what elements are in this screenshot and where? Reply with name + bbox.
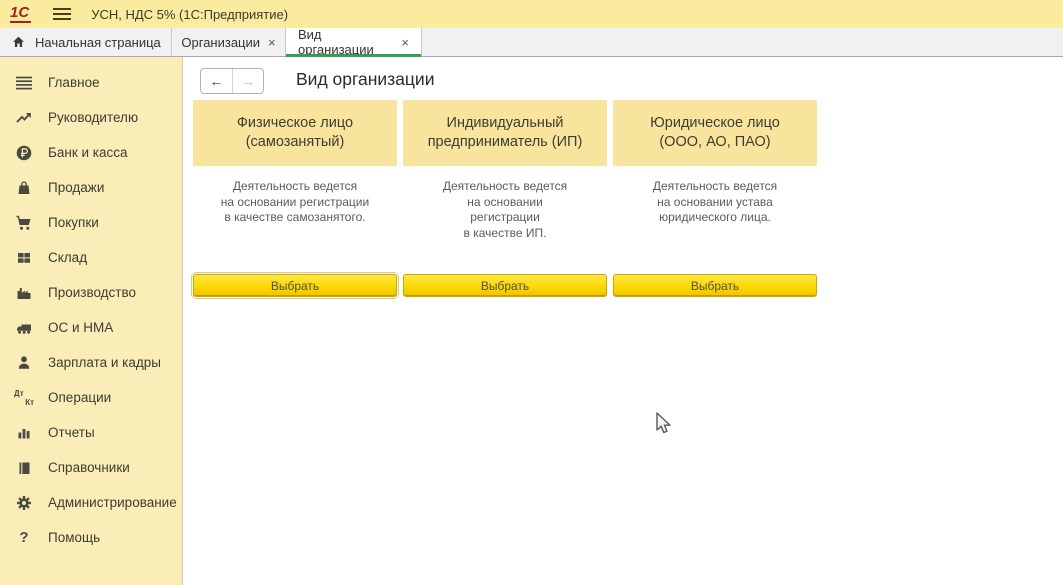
sidebar-item-label: Отчеты [48, 425, 95, 440]
option-description-entrepreneur: Деятельность ведется на основании регист… [403, 179, 607, 241]
menu-lines-icon [13, 74, 35, 92]
sidebar-item-label: Руководителю [48, 110, 138, 125]
option-column-individual-selfemployed: Физическое лицо (самозанятый) Деятельнос… [193, 100, 397, 297]
sidebar-item-sales[interactable]: Продажи [0, 170, 182, 205]
sidebar-item-purchases[interactable]: Покупки [0, 205, 182, 240]
dtkt-bottom: Кт [25, 398, 34, 407]
sidebar-item-label: Операции [48, 390, 111, 405]
tab-home[interactable]: Начальная страница [0, 28, 172, 56]
sidebar-item-reports[interactable]: Отчеты [0, 415, 182, 450]
option-card-selfemployed: Физическое лицо (самозанятый) [193, 100, 397, 166]
tab-organizations[interactable]: Организации × [172, 28, 286, 56]
sidebar-item-label: Банк и касса [48, 145, 128, 160]
trend-icon [13, 109, 35, 127]
window-titlebar: 1С УСН, НДС 5% (1С:Предприятие) [0, 0, 1063, 28]
tab-bar: Начальная страница Организации × Вид орг… [0, 28, 1063, 57]
sidebar-item-payroll[interactable]: Зарплата и кадры [0, 345, 182, 380]
sidebar-item-label: Главное [48, 75, 100, 90]
tab-organization-kind-label: Вид организации [298, 27, 393, 57]
sidebar-item-label: Помощь [48, 530, 100, 545]
tab-home-label: Начальная страница [35, 35, 161, 50]
option-card-legal-entity: Юридическое лицо (ООО, АО, ПАО) [613, 100, 817, 166]
forward-button[interactable]: → [232, 69, 263, 93]
sidebar-item-label: Справочники [48, 460, 130, 475]
sidebar-item-production[interactable]: Производство [0, 275, 182, 310]
tab-organizations-close-icon[interactable]: × [268, 35, 276, 50]
page-title: Вид организации [296, 69, 435, 90]
ruble-icon [13, 144, 35, 162]
nav-button-group: ← → [200, 68, 264, 94]
option-description-selfemployed: Деятельность ведется на основании регист… [193, 179, 397, 226]
window-title: УСН, НДС 5% (1С:Предприятие) [91, 7, 288, 22]
sidebar-item-label: Продажи [48, 180, 104, 195]
tab-organization-kind-close-icon[interactable]: × [401, 35, 409, 50]
sidebar-item-fixed-assets[interactable]: ОС и НМА [0, 310, 182, 345]
sidebar-item-manager[interactable]: Руководителю [0, 100, 182, 135]
organization-kind-options: Физическое лицо (самозанятый) Деятельнос… [193, 100, 817, 297]
sidebar-item-administration[interactable]: Администрирование [0, 485, 182, 520]
dtkt-icon: Дт Кт [13, 389, 35, 407]
sidebar-item-bank[interactable]: Банк и касса [0, 135, 182, 170]
back-button[interactable]: ← [201, 69, 232, 93]
sidebar-item-label: Производство [48, 285, 136, 300]
home-icon [11, 35, 26, 49]
sidebar-item-directories[interactable]: Справочники [0, 450, 182, 485]
bag-icon [13, 179, 35, 197]
sidebar-item-main[interactable]: Главное [0, 65, 182, 100]
book-icon [13, 459, 35, 477]
option-column-entrepreneur: Индивидуальный предприниматель (ИП) Деят… [403, 100, 607, 297]
option-description-legal-entity: Деятельность ведется на основании устава… [613, 179, 817, 226]
factory-icon [13, 284, 35, 302]
person-icon [13, 354, 35, 372]
sidebar-item-label: Покупки [48, 215, 99, 230]
sidebar-item-operations[interactable]: Дт Кт Операции [0, 380, 182, 415]
warehouse-icon [13, 249, 35, 267]
choose-button-entrepreneur[interactable]: Выбрать [403, 274, 607, 297]
option-card-entrepreneur: Индивидуальный предприниматель (ИП) [403, 100, 607, 166]
help-icon: ? [13, 529, 35, 547]
choose-button-selfemployed[interactable]: Выбрать [193, 274, 397, 297]
sidebar-item-help[interactable]: ? Помощь [0, 520, 182, 555]
sidebar-item-label: ОС и НМА [48, 320, 113, 335]
sidebar: Главное Руководителю Банк и касса Продаж… [0, 57, 183, 585]
truck-icon [13, 319, 35, 337]
sidebar-item-warehouse[interactable]: Склад [0, 240, 182, 275]
sidebar-item-label: Администрирование [48, 495, 177, 510]
option-column-legal-entity: Юридическое лицо (ООО, АО, ПАО) Деятельн… [613, 100, 817, 297]
barchart-icon [13, 424, 35, 442]
choose-button-legal-entity[interactable]: Выбрать [613, 274, 817, 297]
sidebar-item-label: Зарплата и кадры [48, 355, 161, 370]
sidebar-item-label: Склад [48, 250, 87, 265]
dtkt-top: Дт [14, 389, 24, 398]
tab-organization-kind[interactable]: Вид организации × [286, 28, 422, 56]
gear-icon [13, 494, 35, 512]
help-glyph: ? [19, 529, 28, 546]
main-menu-icon[interactable] [53, 8, 71, 20]
tab-organizations-label: Организации [181, 35, 260, 50]
1c-logo: 1С [10, 5, 31, 23]
cart-icon [13, 214, 35, 232]
main-content: ← → Вид организации Физическое лицо (сам… [184, 57, 1063, 585]
